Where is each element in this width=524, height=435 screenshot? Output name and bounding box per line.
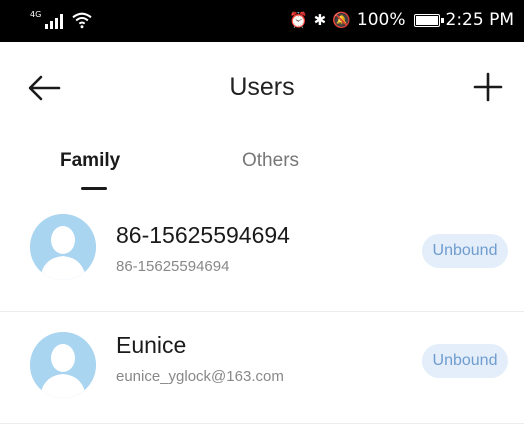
battery-percent: 100%: [356, 10, 406, 30]
app-header: Users: [0, 42, 524, 134]
tab-family[interactable]: Family: [60, 150, 120, 172]
clock: 2:25 PM: [445, 10, 515, 30]
wifi-icon: [72, 12, 92, 29]
user-name: Eunice: [116, 332, 187, 358]
add-user-icon[interactable]: [472, 71, 504, 103]
mute-icon: 🔕: [332, 11, 351, 29]
avatar: [30, 332, 96, 398]
avatar: [30, 214, 96, 280]
active-tab-indicator: [81, 187, 107, 190]
status-badge[interactable]: Unbound: [422, 344, 508, 378]
status-bar: 4G ⏰ ✱ 🔕 100% 2:25 PM: [0, 0, 524, 42]
status-left: 4G: [30, 11, 93, 29]
list-item[interactable]: Eunice eunice_yglock@163.com Unbound: [0, 312, 524, 424]
user-subtitle: 86-15625594694: [116, 258, 230, 275]
user-name: 86-15625594694: [116, 222, 290, 248]
battery-icon: [413, 13, 444, 27]
network-type-label: 4G: [30, 10, 42, 19]
user-list: 86-15625594694 86-15625594694 Unbound Eu…: [0, 200, 524, 424]
tab-others[interactable]: Others: [242, 150, 299, 172]
user-subtitle: eunice_yglock@163.com: [116, 368, 284, 385]
alarm-icon: ⏰: [288, 11, 308, 29]
page-title: Users: [229, 73, 295, 101]
bluetooth-icon: ✱: [313, 11, 327, 29]
status-right: ⏰ ✱ 🔕 100% 2:25 PM: [289, 10, 514, 30]
user-silhouette-icon: [30, 332, 96, 398]
list-item[interactable]: 86-15625594694 86-15625594694 Unbound: [0, 200, 524, 312]
signal-icon: [45, 13, 64, 29]
user-silhouette-icon: [30, 214, 96, 280]
user-tabs: Family Others: [0, 140, 524, 196]
status-badge[interactable]: Unbound: [422, 234, 508, 268]
